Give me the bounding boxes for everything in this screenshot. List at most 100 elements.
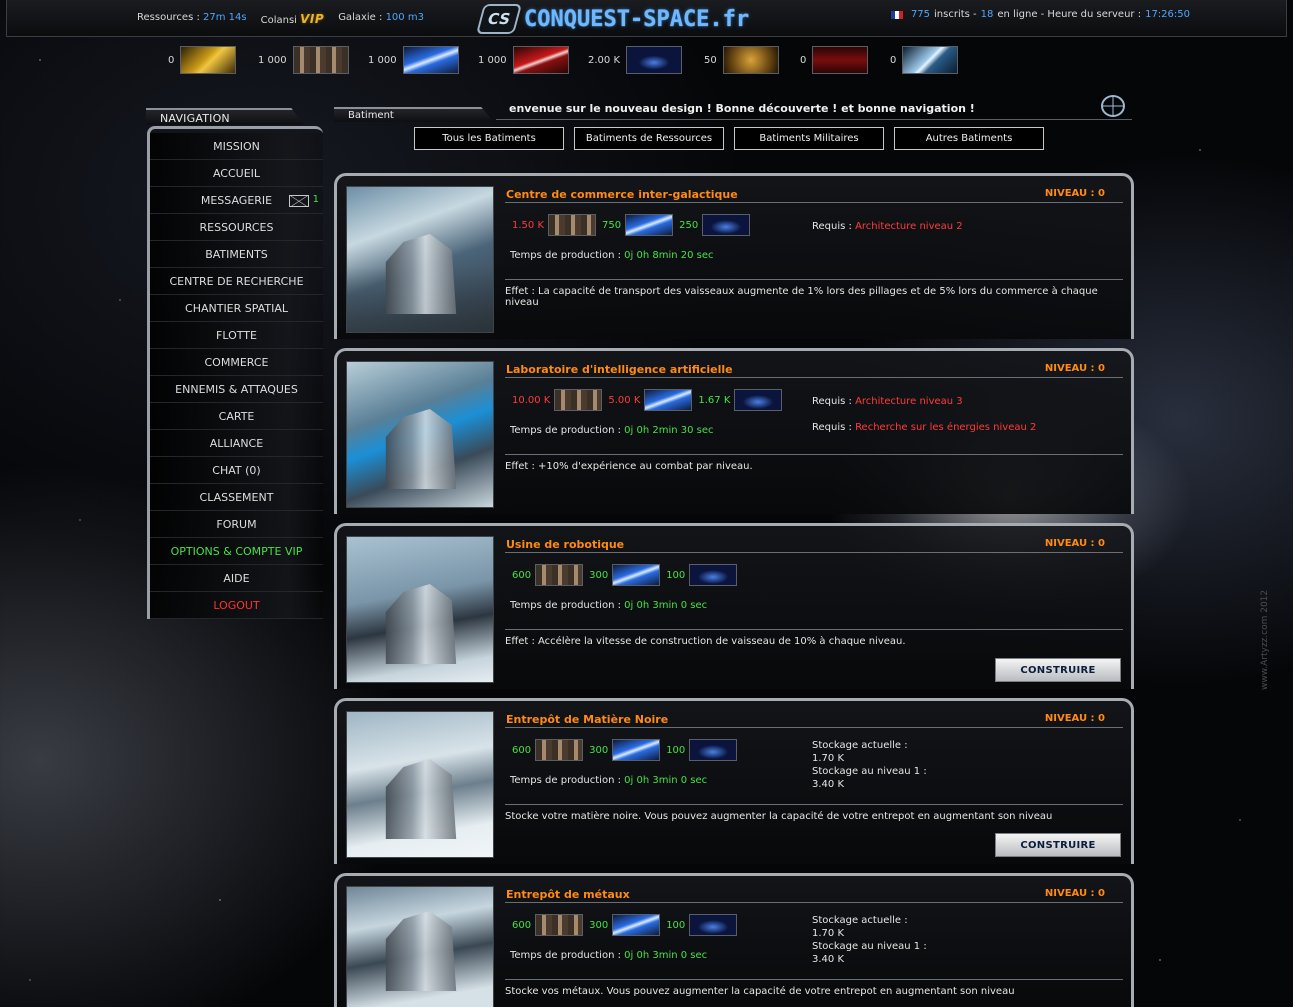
filter-other-buildings-button[interactable]: Autres Batiments	[894, 127, 1044, 150]
requirements: Requis : Architecture niveau 2	[812, 214, 963, 240]
french-flag-icon[interactable]	[890, 10, 903, 19]
energy-arc-icon	[689, 564, 738, 586]
production-time-value: 0j 0h 8min 20 sec	[624, 250, 714, 261]
production-time-label: Temps de production :	[510, 775, 621, 786]
building-card: Usine de robotique NIVEAU : 0 600 300 10…	[334, 523, 1134, 689]
cargo-icon[interactable]	[902, 46, 959, 74]
resource-value: 1 000	[258, 54, 287, 66]
nav-item-messagerie[interactable]: MESSAGERIE 1	[150, 187, 323, 214]
building-effect: Effet : La capacité de transport des vai…	[505, 286, 1098, 308]
resource-value: 0	[890, 54, 897, 66]
metal-crates-icon	[535, 739, 584, 761]
building-image[interactable]	[346, 886, 494, 1007]
production-time-label: Temps de production :	[510, 250, 621, 261]
production-time-value: 0j 0h 3min 0 sec	[624, 775, 708, 786]
main-section-title: Batiment	[334, 107, 494, 122]
globe-icon[interactable]	[1101, 95, 1125, 117]
blue-crystal-icon[interactable]	[402, 46, 459, 74]
requirement-value: Recherche sur les énergies niveau 2	[855, 422, 1037, 433]
blue-crystal-icon	[625, 214, 674, 236]
nav-item-carte[interactable]: CARTE	[150, 403, 323, 430]
production-time-value: 0j 0h 3min 0 sec	[624, 950, 708, 961]
resources-value: 27m 14s	[203, 12, 247, 23]
building-cost: 600 300 100	[510, 739, 738, 761]
nav-item-chat[interactable]: CHAT (0)	[150, 457, 323, 484]
nav-item-flotte[interactable]: FLOTTE	[150, 322, 323, 349]
divider	[505, 902, 1123, 903]
energy-arc-icon[interactable]	[626, 46, 683, 74]
storage-next-label: Stockage au niveau 1 :	[812, 766, 927, 777]
nav-item-ressources[interactable]: RESSOURCES	[150, 214, 323, 241]
cost-crystal: 300	[589, 919, 609, 931]
colony-name[interactable]: Colansi	[261, 15, 297, 26]
filter-military-buildings-button[interactable]: Batiments Militaires	[734, 127, 884, 150]
building-illustration	[385, 759, 457, 839]
server-time: 17:26:50	[1145, 9, 1190, 20]
cost-metal: 600	[512, 919, 532, 931]
resource-item: 0	[890, 46, 959, 74]
filter-resource-buildings-button[interactable]: Batiments de Ressources	[574, 127, 724, 150]
building-image[interactable]	[346, 711, 494, 858]
resource-item: 0	[800, 46, 869, 74]
nav-item-mission[interactable]: MISSION	[150, 133, 323, 160]
nav-item-ennemis-attaques[interactable]: ENNEMIS & ATTAQUES	[150, 376, 323, 403]
nav-item-logout[interactable]: LOGOUT	[150, 592, 323, 619]
divider	[505, 454, 1123, 455]
red-crystal-icon[interactable]	[512, 46, 569, 74]
nav-item-commerce[interactable]: COMMERCE	[150, 349, 323, 376]
building-image[interactable]	[346, 361, 494, 508]
gold-ore-icon[interactable]	[180, 46, 237, 74]
build-button[interactable]: CONSTRUIRE	[995, 658, 1121, 682]
nav-item-classement[interactable]: CLASSEMENT	[150, 484, 323, 511]
nav-item-alliance[interactable]: ALLIANCE	[150, 430, 323, 457]
divider	[505, 727, 1123, 728]
energy-arc-icon	[734, 389, 783, 411]
nav-item-options-vip[interactable]: OPTIONS & COMPTE VIP	[150, 538, 323, 565]
galaxy-label: Galaxie :	[338, 12, 383, 23]
storage-next-value: 3.40 K	[812, 954, 845, 965]
nav-item-centre-de-recherche[interactable]: CENTRE DE RECHERCHE	[150, 268, 323, 295]
logo-text: CONQUEST-SPACE.fr	[524, 6, 750, 32]
metal-crates-icon[interactable]	[292, 46, 349, 74]
nav-item-chantier-spatial[interactable]: CHANTIER SPATIAL	[150, 295, 323, 322]
online-count: 18	[980, 9, 994, 20]
building-illustration	[385, 409, 457, 489]
building-title: Entrepôt de métaux	[506, 888, 630, 901]
navigation-menu: MISSION ACCUEIL MESSAGERIE 1 RESSOURCES …	[147, 126, 323, 619]
building-cost: 10.00 K 5.00 K 1.67 K	[510, 389, 783, 411]
energy-arc-icon	[689, 914, 738, 936]
red-weapon-icon[interactable]	[812, 46, 869, 74]
building-level: NIVEAU : 0	[1044, 713, 1105, 724]
message-count: 1	[312, 194, 319, 205]
nav-item-batiments[interactable]: BATIMENTS	[150, 241, 323, 268]
cost-crystal: 300	[589, 744, 609, 756]
nav-item-aide[interactable]: AIDE	[150, 565, 323, 592]
cost-energy: 1.67 K	[698, 394, 731, 406]
cost-metal: 1.50 K	[512, 219, 545, 231]
filter-all-buildings-button[interactable]: Tous les Batiments	[414, 127, 564, 150]
resource-value: 1 000	[478, 54, 507, 66]
nav-item-forum[interactable]: FORUM	[150, 511, 323, 538]
site-logo[interactable]: CS CONQUEST-SPACE.fr	[475, 2, 750, 36]
storage-current-value: 1.70 K	[812, 928, 845, 939]
building-image[interactable]	[346, 536, 494, 683]
resource-item: 1 000	[368, 46, 459, 74]
build-button[interactable]: CONSTRUIRE	[995, 833, 1121, 857]
resource-item: 1 000	[258, 46, 349, 74]
requirement-value: Architecture niveau 3	[855, 396, 963, 407]
blue-crystal-icon	[612, 564, 661, 586]
population-icon[interactable]	[722, 46, 779, 74]
requirements: Requis : Architecture niveau 3 Requis : …	[812, 389, 1036, 441]
nav-item-label: MESSAGERIE	[200, 193, 273, 207]
building-illustration	[385, 584, 457, 664]
vip-badge[interactable]: VIP	[300, 12, 324, 26]
divider	[505, 552, 1123, 553]
building-effect: Effet : Accélère la vitesse de construct…	[505, 636, 906, 647]
cost-metal: 600	[512, 744, 532, 756]
metal-crates-icon	[554, 389, 603, 411]
resources-label: Ressources :	[137, 12, 200, 23]
energy-arc-icon	[689, 739, 738, 761]
building-image[interactable]	[346, 186, 494, 333]
nav-item-accueil[interactable]: ACCUEIL	[150, 160, 323, 187]
divider	[505, 979, 1123, 980]
